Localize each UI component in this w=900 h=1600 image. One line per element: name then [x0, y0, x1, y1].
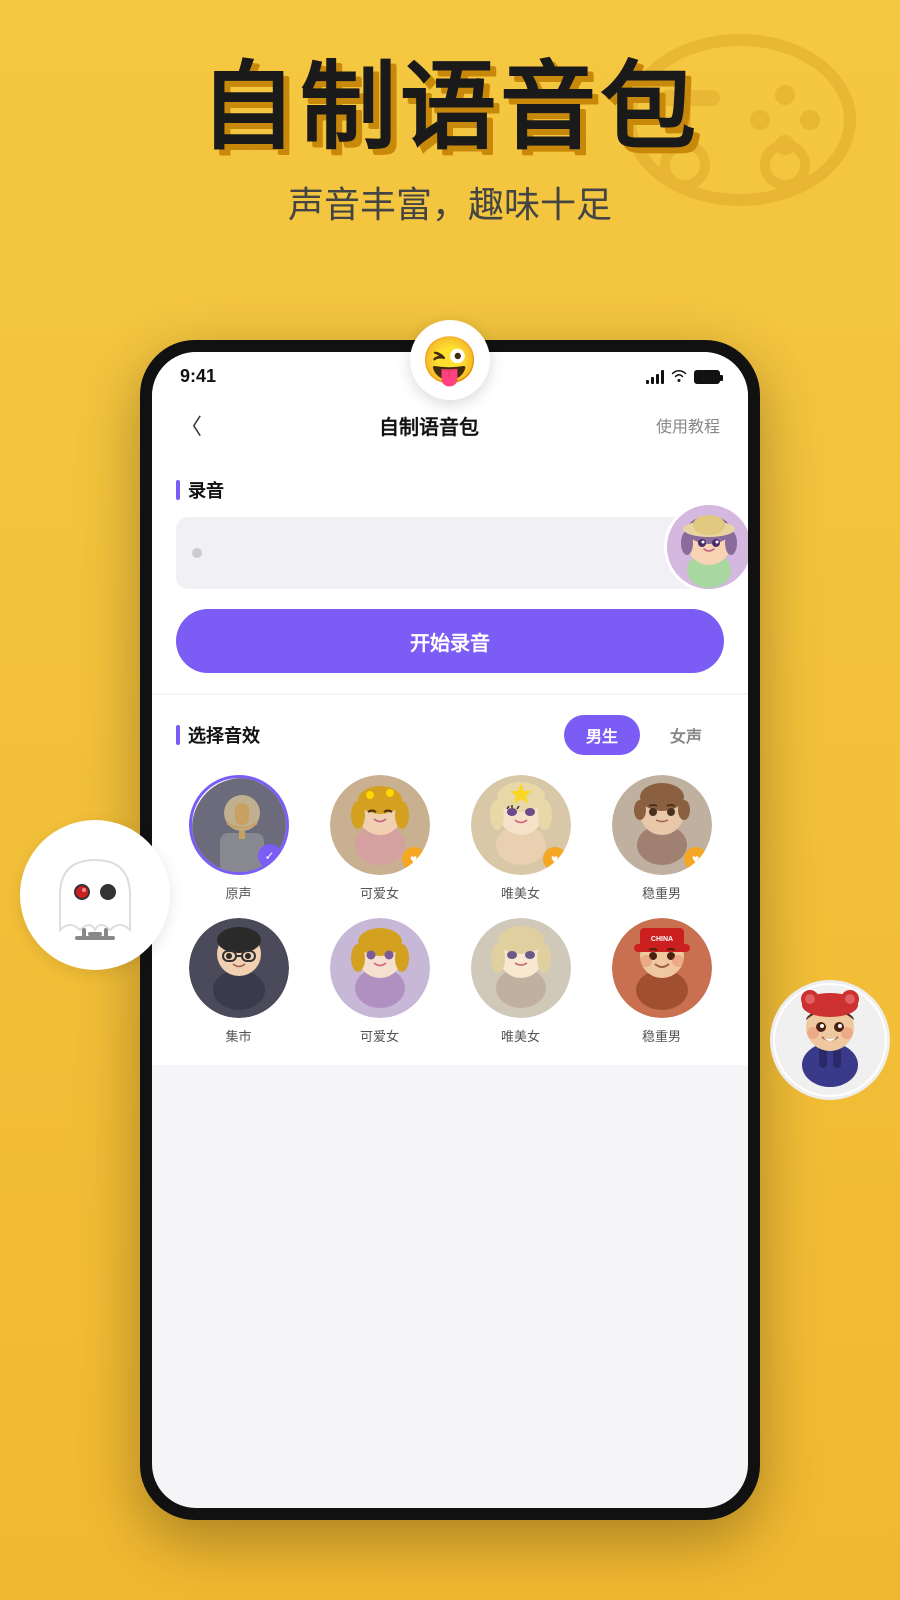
effect-name-beautiful-female: 唯美女 [501, 883, 540, 902]
title-section: 自制语音包 声音丰富，趣味十足 [0, 60, 900, 228]
tab-female[interactable]: 女声 [648, 715, 724, 755]
tab-male[interactable]: 男生 [564, 715, 640, 755]
char-avatar-right [770, 980, 890, 1100]
effects-section: 选择音效 男生 女声 [152, 695, 748, 1065]
effect-avatar-cute-female-2 [330, 918, 430, 1018]
tutorial-link[interactable]: 使用教程 [656, 413, 720, 437]
nav-bar: 〈 自制语音包 使用教程 [152, 393, 748, 457]
signal-icon [646, 370, 664, 384]
start-record-button[interactable]: 开始录音 [176, 609, 724, 673]
recording-label-text: 录音 [188, 477, 224, 503]
effects-header: 选择音效 男生 女声 [176, 715, 724, 755]
ghost-mic-decoration [20, 820, 170, 970]
locked-icon3: ♥ [684, 847, 708, 871]
effects-grid-row1: ✓ 原声 [176, 775, 724, 902]
effect-avatar-steady-male-2: CHINA [612, 918, 712, 1018]
label-bar-icon [176, 480, 180, 500]
floating-emoji: 😜 [410, 320, 490, 400]
recording-input[interactable] [176, 517, 724, 589]
effects-label-bar [176, 725, 180, 745]
effect-item-beautiful-female[interactable]: ♥ 唯美女 [458, 775, 583, 902]
recording-label: 录音 [176, 477, 724, 503]
effect-name-original: 原声 [225, 883, 251, 902]
effect-item-cute-female[interactable]: ♥ 可爱女 [317, 775, 442, 902]
effects-label-area: 选择音效 [176, 722, 260, 748]
status-time: 9:41 [180, 366, 216, 387]
effect-item-jishi[interactable]: 集市 [176, 918, 301, 1045]
effect-name-steady-male-2: 稳重男 [642, 1026, 681, 1045]
effect-name-cute-female-2: 可爱女 [360, 1026, 399, 1045]
wifi-icon [670, 368, 688, 385]
back-button[interactable]: 〈 [180, 409, 202, 441]
effect-item-original[interactable]: ✓ 原声 [176, 775, 301, 902]
effect-name-steady-male: 稳重男 [642, 883, 681, 902]
background: 自制语音包 声音丰富，趣味十足 😜 9:41 [0, 0, 900, 1600]
effect-avatar-beautiful-female: ♥ [471, 775, 571, 875]
battery-icon [694, 370, 720, 384]
effect-avatar-beautiful-female-2 [471, 918, 571, 1018]
effect-name-cute-female: 可爱女 [360, 883, 399, 902]
main-title: 自制语音包 [0, 60, 900, 156]
effects-label-text: 选择音效 [188, 722, 260, 748]
effect-avatar-cute-female: ♥ [330, 775, 430, 875]
effect-avatar-jishi [189, 918, 289, 1018]
locked-icon2: ♥ [543, 847, 567, 871]
selected-check-icon: ✓ [258, 844, 282, 868]
recording-dot-icon [192, 548, 202, 558]
effect-avatar-steady-male: ♥ [612, 775, 712, 875]
gender-tabs: 男生 女声 [564, 715, 724, 755]
effect-item-steady-male-2[interactable]: CHINA [599, 918, 724, 1045]
phone-screen: 9:41 〈 [152, 352, 748, 1508]
effect-item-cute-female-2[interactable]: 可爱女 [317, 918, 442, 1045]
status-icons [646, 368, 720, 385]
page-title: 自制语音包 [379, 411, 479, 440]
locked-icon: ♥ [402, 847, 426, 871]
effect-name-beautiful-female-2: 唯美女 [501, 1026, 540, 1045]
phone-mockup: 9:41 〈 [140, 340, 760, 1520]
effect-avatar-original: ✓ [189, 775, 289, 875]
sub-title: 声音丰富，趣味十足 [0, 176, 900, 228]
recording-section: 录音 [152, 457, 748, 693]
effect-item-beautiful-female-2[interactable]: 唯美女 [458, 918, 583, 1045]
effect-name-jishi: 集市 [225, 1026, 251, 1045]
effect-item-steady-male[interactable]: ♥ 稳重男 [599, 775, 724, 902]
avatar-right [664, 502, 748, 592]
svg-text:CHINA: CHINA [650, 936, 672, 943]
effects-grid-row2: 集市 [176, 918, 724, 1045]
